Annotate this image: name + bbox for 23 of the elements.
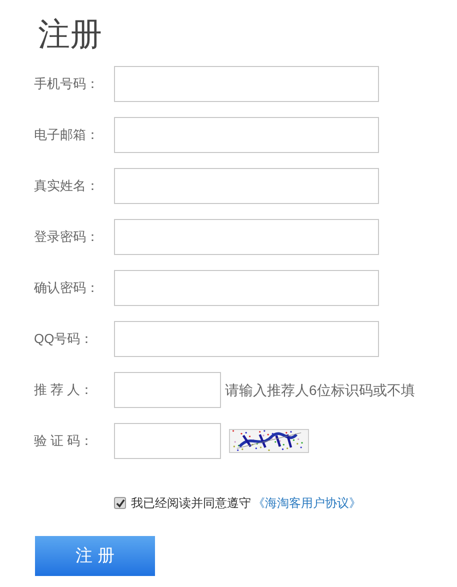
field-label: QQ号码： [34, 330, 94, 348]
register-button[interactable]: 注 册 [35, 536, 155, 576]
checkbox[interactable] [114, 497, 126, 509]
input-field[interactable] [114, 270, 379, 306]
field-label: 手机号码： [34, 75, 100, 94]
agreement-link[interactable]: 《海淘客用户协议》 [253, 494, 361, 512]
input-field[interactable] [114, 66, 379, 102]
input-field[interactable] [114, 372, 221, 408]
field-label: 推 荐 人： [34, 381, 94, 400]
page-title: 注册 [38, 15, 102, 54]
input-field[interactable] [114, 168, 379, 204]
agreement-text: 我已经阅读并同意遵守 [131, 495, 251, 512]
check-icon [116, 498, 124, 508]
field-label: 登录密码： [34, 228, 100, 246]
field-label: 验 证 码： [34, 432, 94, 450]
field-label: 电子邮箱： [34, 126, 100, 144]
input-field[interactable] [114, 117, 379, 153]
input-field[interactable] [114, 219, 379, 255]
hint-text: 请输入推荐人6位标识码或不填 [225, 380, 415, 400]
input-field[interactable] [114, 423, 221, 459]
field-label: 确认密码： [34, 279, 100, 298]
field-label: 真实姓名： [34, 177, 100, 196]
input-field[interactable] [114, 321, 379, 357]
